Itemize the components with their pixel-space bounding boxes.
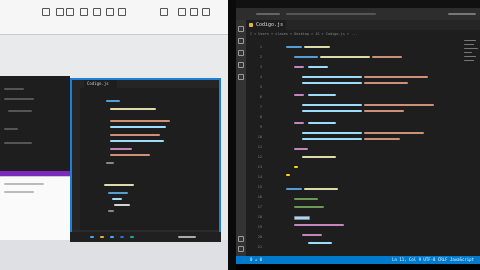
status-info[interactable]: Ln 11, Col 9 UTF-8 CRLF JavaScript (392, 256, 474, 264)
debug-icon[interactable] (238, 62, 244, 68)
main-editor-window[interactable]: Codigo.js C > Users > clases > Desktop >… (236, 8, 480, 264)
extensions-icon[interactable] (238, 74, 244, 80)
activity-bar (72, 88, 80, 230)
code-editor[interactable] (264, 38, 464, 256)
line-numbers: 12 34 56 78 9 10 11 12 13 14 15 16 17 18 19 20… (257, 45, 262, 249)
toolbar-icon[interactable] (118, 8, 126, 16)
toolbar-icon[interactable] (42, 8, 50, 16)
toolbar-icon[interactable] (202, 8, 210, 16)
account-icon[interactable] (238, 236, 244, 242)
top-strip (236, 0, 480, 8)
toolbar-icon[interactable] (106, 8, 114, 16)
js-file-icon (249, 23, 253, 27)
background-code-panel (0, 76, 70, 171)
activity-bar (236, 20, 246, 256)
breadcrumb[interactable]: C > Users > clases > Desktop > JS > Codi… (246, 30, 480, 38)
minimap[interactable] (462, 38, 480, 78)
toolbar-icon[interactable] (93, 8, 101, 16)
background-toolbar (0, 0, 228, 35)
background-panel (0, 176, 70, 241)
toolbar-icon[interactable] (178, 8, 186, 16)
problems-indicator[interactable]: 0 ⚠ 0 (250, 256, 262, 264)
toolbar-icon[interactable] (80, 8, 88, 16)
gear-icon[interactable] (238, 246, 244, 252)
search-icon[interactable] (238, 38, 244, 44)
source-control-icon[interactable] (238, 50, 244, 56)
files-icon[interactable] (238, 26, 244, 32)
status-bar: 0 ⚠ 0 Ln 11, Col 9 UTF-8 CRLF JavaScript (236, 256, 480, 264)
title-bar (236, 8, 480, 20)
taskbar (70, 232, 221, 242)
window-divider (228, 0, 236, 270)
background-footer (0, 240, 228, 270)
tab-codigo[interactable]: Codigo.js (84, 80, 117, 88)
toolbar-icon[interactable] (66, 8, 74, 16)
secondary-editor-window[interactable]: Codigo.js (70, 78, 221, 240)
toolbar-icon[interactable] (190, 8, 198, 16)
toolbar-icon[interactable] (160, 8, 168, 16)
toolbar-icon[interactable] (56, 8, 64, 16)
code-area[interactable] (82, 90, 217, 228)
